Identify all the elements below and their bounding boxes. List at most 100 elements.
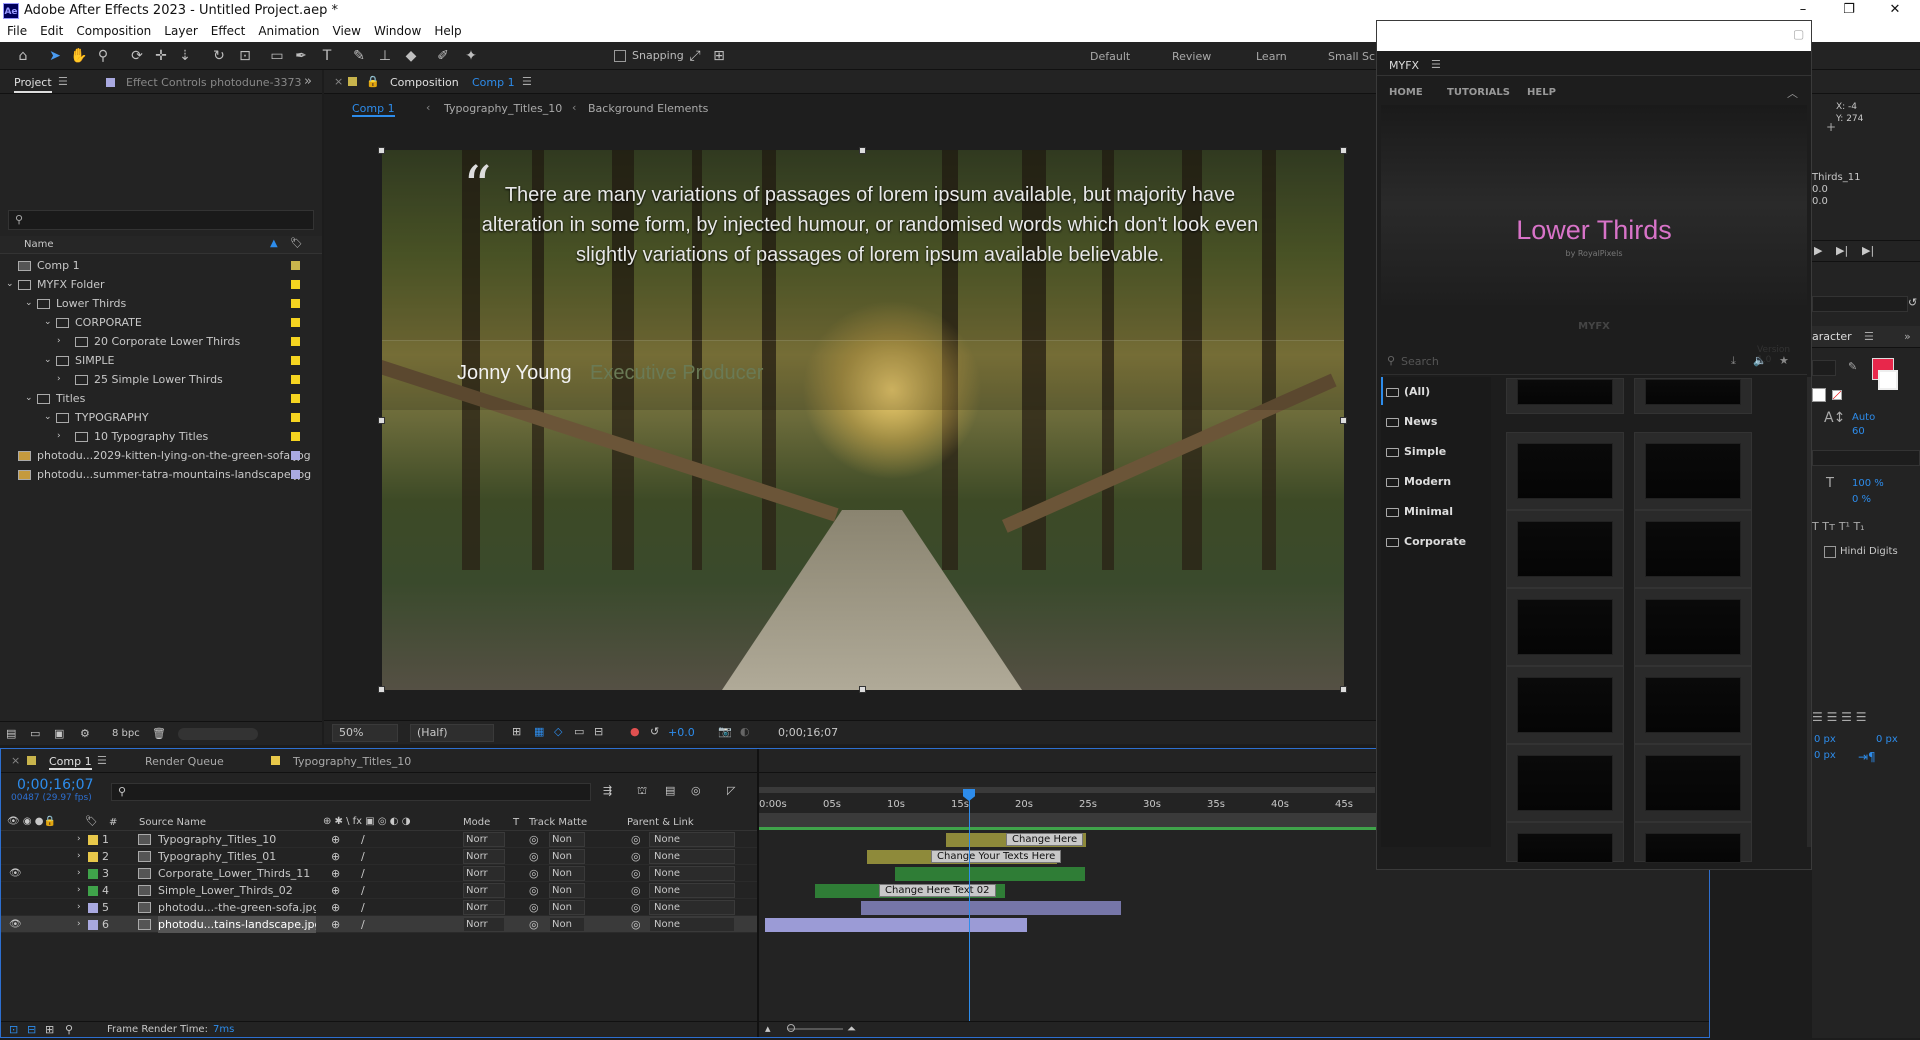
- last-frame-icon[interactable]: ▶|: [1862, 244, 1874, 257]
- project-item[interactable]: ⌄ SIMPLE: [0, 351, 322, 370]
- kerning-value[interactable]: 60: [1852, 426, 1865, 437]
- menu-layer[interactable]: Layer: [157, 22, 203, 38]
- sort-ascending-icon[interactable]: ▲: [270, 238, 278, 249]
- label-color-swatch[interactable]: [291, 280, 300, 289]
- layer-duration-bar[interactable]: [765, 918, 1027, 932]
- layer-color-swatch[interactable]: [88, 869, 98, 879]
- marker-label[interactable]: Change Here: [1006, 833, 1084, 846]
- track-matte-pickwhip-icon[interactable]: ◎: [529, 865, 539, 882]
- expand-twirl-icon[interactable]: ⌄: [25, 294, 33, 313]
- project-item[interactable]: › 20 Corporate Lower Thirds: [0, 332, 322, 351]
- layer-color-swatch[interactable]: [88, 920, 98, 930]
- twirl-icon[interactable]: ›: [77, 882, 81, 899]
- exposure-value[interactable]: +0.0: [668, 726, 695, 739]
- template-thumbnail[interactable]: [1506, 822, 1624, 863]
- label-column-icon[interactable]: 🏷: [290, 238, 303, 249]
- parent-dropdown[interactable]: None: [649, 849, 735, 864]
- breadcrumb-comp-1[interactable]: Comp 1: [352, 102, 395, 117]
- menu-window[interactable]: Window: [367, 22, 427, 38]
- layer-row[interactable]: 👁 › 3 Corporate_Lower_Thirds_11 ⊕ ∕ Norr ◎ Non ◎ N…: [1, 865, 757, 882]
- selection-tool-icon[interactable]: ➤: [46, 47, 64, 65]
- track-matte-pickwhip-icon[interactable]: ◎: [529, 916, 539, 933]
- track-matte-pickwhip-icon[interactable]: ◎: [529, 899, 539, 916]
- graph-editor-icon[interactable]: ◸: [727, 784, 735, 797]
- layer-duration-bar[interactable]: [861, 901, 1121, 915]
- space-before-value[interactable]: 0 px: [1814, 750, 1836, 761]
- resolution-dropdown[interactable]: (Half): [410, 724, 494, 742]
- timeline-tab-comp1[interactable]: Comp 1: [49, 755, 92, 770]
- layer-name[interactable]: photodu...-the-green-sofa.jpg: [158, 899, 316, 916]
- layer-mode-dropdown[interactable]: Norr: [463, 849, 505, 864]
- current-timecode[interactable]: 0;00;16;07: [17, 777, 94, 793]
- template-thumbnail[interactable]: [1506, 510, 1624, 588]
- label-color-swatch[interactable]: [291, 394, 300, 403]
- transform-handle[interactable]: [859, 686, 866, 693]
- snap-grid-icon[interactable]: ⊞: [710, 47, 728, 65]
- track-matte-dropdown[interactable]: Non: [549, 900, 585, 915]
- indent-right-value[interactable]: 0 px: [1876, 734, 1898, 745]
- breadcrumb-background[interactable]: Background Elements: [588, 102, 708, 115]
- layer-duration-bar[interactable]: Change Your Texts Here: [867, 850, 1062, 864]
- rotate-tool-icon[interactable]: ↻: [210, 47, 228, 65]
- new-folder-icon[interactable]: ▭: [30, 727, 40, 740]
- transform-handle[interactable]: [859, 147, 866, 154]
- label-color-swatch[interactable]: [291, 261, 300, 270]
- composition-mini-flowchart-icon[interactable]: ⇶: [603, 784, 612, 797]
- hindi-digits-checkbox[interactable]: [1824, 546, 1836, 558]
- layer-mode-dropdown[interactable]: Norr: [463, 917, 505, 932]
- expand-twirl-icon[interactable]: ⌄: [44, 408, 52, 427]
- workspace-default[interactable]: Default: [1090, 50, 1130, 63]
- mode-header[interactable]: Mode: [463, 817, 490, 828]
- menu-file[interactable]: File: [0, 22, 33, 38]
- track-matte-pickwhip-icon[interactable]: ◎: [529, 831, 539, 848]
- in-out-icon[interactable]: ⊞: [45, 1023, 54, 1036]
- effect-controls-tab[interactable]: Effect Controls photodune-3373: [126, 76, 302, 89]
- layer-duration-bar[interactable]: Change Here: [946, 833, 1086, 847]
- nav-home[interactable]: HOME: [1389, 87, 1423, 98]
- playhead-line[interactable]: [969, 789, 970, 1021]
- transform-handle[interactable]: [1340, 147, 1347, 154]
- twirl-icon[interactable]: ›: [77, 848, 81, 865]
- render-time-icon[interactable]: ⚲: [65, 1023, 73, 1036]
- expand-panels-icon[interactable]: »: [304, 74, 312, 89]
- zoom-slider-handle[interactable]: [787, 1024, 795, 1032]
- menu-composition[interactable]: Composition: [69, 22, 157, 38]
- maximize-icon[interactable]: ❐: [1826, 2, 1872, 17]
- character-tab[interactable]: aracter: [1812, 330, 1852, 343]
- project-settings-icon[interactable]: ⚙: [80, 727, 90, 740]
- workspace-learn[interactable]: Learn: [1256, 50, 1287, 63]
- menu-view[interactable]: View: [326, 22, 367, 38]
- shy-switch-icon[interactable]: ⊕: [331, 848, 340, 865]
- vertical-scale-value[interactable]: 100 %: [1852, 478, 1884, 489]
- parent-pickwhip-icon[interactable]: ◎: [631, 865, 641, 882]
- menu-animation[interactable]: Animation: [251, 22, 325, 38]
- download-icon[interactable]: ⤓: [1731, 354, 1736, 368]
- parent-pickwhip-icon[interactable]: ◎: [631, 848, 641, 865]
- label-color-swatch[interactable]: [291, 356, 300, 365]
- workspace-small-screen[interactable]: Small Scr: [1328, 50, 1380, 63]
- track-matte-dropdown[interactable]: Non: [549, 883, 585, 898]
- template-thumbnail[interactable]: [1506, 666, 1624, 744]
- category-item[interactable]: Minimal: [1380, 498, 1490, 526]
- region-of-interest-icon[interactable]: ▭: [574, 725, 584, 738]
- expand-panels-icon[interactable]: »: [1904, 330, 1911, 343]
- quality-switch-icon[interactable]: ∕: [361, 882, 365, 899]
- eye-toggle[interactable]: [9, 899, 19, 909]
- layer-row[interactable]: 👁 › 6 photodu...tains-landscape.jpg ⊕ ∕ Norr ◎ N…: [1, 916, 757, 933]
- layer-switches-icon[interactable]: ⊡: [9, 1023, 18, 1036]
- layer-mode-dropdown[interactable]: Norr: [463, 866, 505, 881]
- parent-dropdown[interactable]: None: [649, 900, 735, 915]
- layer-color-swatch[interactable]: [88, 835, 98, 845]
- zoom-in-icon[interactable]: ⏶: [847, 1022, 856, 1036]
- quality-switch-icon[interactable]: ∕: [361, 916, 365, 933]
- column-name[interactable]: Name: [24, 239, 54, 250]
- track-matte-dropdown[interactable]: Non: [549, 849, 585, 864]
- layer-row[interactable]: › 2 Typography_Titles_01 ⊕ ∕ Norr ◎ Non ◎ None: [1, 848, 757, 865]
- font-style-dropdown[interactable]: [1812, 360, 1836, 376]
- hand-tool-icon[interactable]: ✋: [70, 47, 88, 65]
- layer-row[interactable]: › 5 photodu...-the-green-sofa.jpg ⊕ ∕ Norr ◎ No…: [1, 899, 757, 916]
- shy-switch-icon[interactable]: ⊕: [331, 865, 340, 882]
- transform-handle[interactable]: [378, 417, 385, 424]
- close-tab-icon[interactable]: ×: [334, 75, 343, 88]
- time-ruler[interactable]: 0:00s 05s 10s 15s 20s 25s 30s 35s 40s 45s: [757, 789, 1377, 815]
